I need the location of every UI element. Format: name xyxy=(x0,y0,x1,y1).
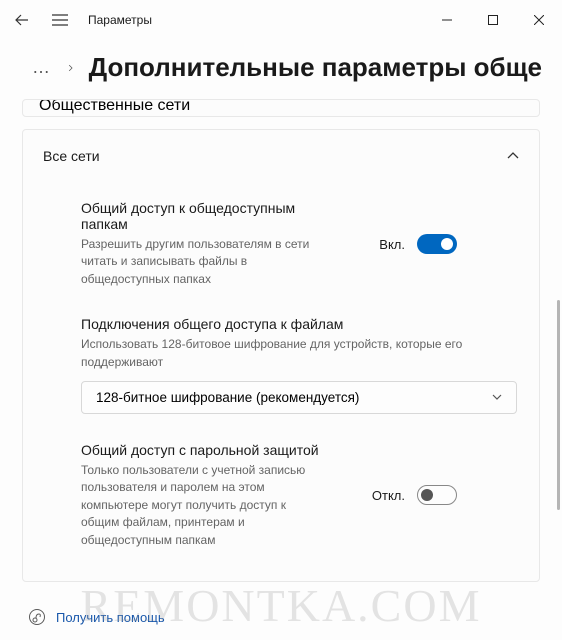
back-arrow-icon xyxy=(15,13,29,27)
all-networks-section: Все сети Общий доступ к общедоступным па… xyxy=(22,129,540,582)
encryption-dropdown[interactable]: 128-битное шифрование (рекомендуется) xyxy=(81,381,517,414)
hamburger-button[interactable] xyxy=(50,10,70,30)
setting-control: Откл. xyxy=(337,442,457,549)
maximize-icon xyxy=(488,15,498,25)
chevron-right-icon xyxy=(68,62,73,74)
file-sharing-desc: Использовать 128-битовое шифрование для … xyxy=(81,336,517,371)
public-folder-sharing-setting: Общий доступ к общедоступным папкам Разр… xyxy=(23,186,539,302)
all-networks-title: Все сети xyxy=(43,148,100,164)
all-networks-body: Общий доступ к общедоступным папкам Разр… xyxy=(23,182,539,581)
close-button[interactable] xyxy=(516,4,562,36)
titlebar: Параметры xyxy=(0,0,562,40)
file-sharing-title: Подключения общего доступа к файлам xyxy=(81,316,517,332)
titlebar-controls xyxy=(424,4,562,36)
scrollbar[interactable] xyxy=(557,300,560,510)
close-icon xyxy=(534,15,544,25)
back-button[interactable] xyxy=(12,10,32,30)
public-folder-sharing-title: Общий доступ к общедоступным папкам xyxy=(81,200,321,232)
password-sharing-desc: Только пользователи с учетной записью по… xyxy=(81,462,321,549)
chevron-down-icon xyxy=(492,394,502,400)
window-title: Параметры xyxy=(88,13,152,27)
file-sharing-connections-setting: Подключения общего доступа к файлам Испо… xyxy=(23,302,539,375)
help-icon xyxy=(28,608,46,626)
setting-text: Общий доступ с парольной защитой Только … xyxy=(81,442,321,549)
chevron-up-icon xyxy=(507,152,519,160)
public-networks-section[interactable]: Общественные сети xyxy=(22,99,540,117)
setting-text: Общий доступ к общедоступным папкам Разр… xyxy=(81,200,321,288)
setting-control: Вкл. xyxy=(337,200,457,288)
password-sharing-toggle[interactable] xyxy=(417,485,457,505)
content-area: Общественные сети Все сети Общий доступ … xyxy=(0,99,562,629)
all-networks-header[interactable]: Все сети xyxy=(23,130,539,182)
hamburger-icon xyxy=(52,14,68,26)
public-folder-sharing-desc: Разрешить другим пользователям в сети чи… xyxy=(81,236,321,288)
password-sharing-title: Общий доступ с парольной защитой xyxy=(81,442,321,458)
minimize-button[interactable] xyxy=(424,4,470,36)
breadcrumb-overflow[interactable]: … xyxy=(32,57,52,78)
page-title: Дополнительные параметры обще xyxy=(89,52,542,83)
page-header: … Дополнительные параметры обще xyxy=(0,40,562,99)
titlebar-left: Параметры xyxy=(12,10,152,30)
public-networks-title: Общественные сети xyxy=(39,99,190,115)
get-help-link[interactable]: Получить помощь xyxy=(56,610,165,625)
setting-text: Подключения общего доступа к файлам Испо… xyxy=(81,316,517,371)
toggle-state-label: Откл. xyxy=(372,488,405,503)
maximize-button[interactable] xyxy=(470,4,516,36)
minimize-icon xyxy=(442,15,452,25)
encryption-dropdown-value: 128-битное шифрование (рекомендуется) xyxy=(96,390,359,405)
toggle-state-label: Вкл. xyxy=(379,237,405,252)
public-folder-sharing-toggle[interactable] xyxy=(417,234,457,254)
footer: Получить помощь xyxy=(28,608,165,626)
password-protected-sharing-setting: Общий доступ с парольной защитой Только … xyxy=(23,422,539,563)
